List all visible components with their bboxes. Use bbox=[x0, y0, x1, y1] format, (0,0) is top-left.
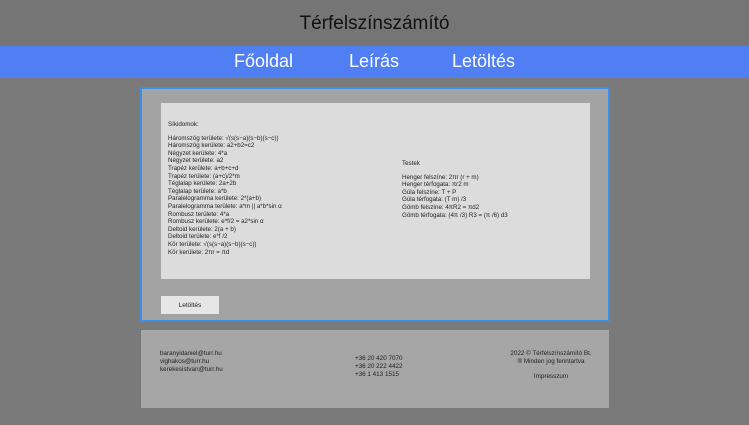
formula-line: Háromszög területe: √(s(s−a)(s−b)(s−c)) bbox=[168, 134, 279, 142]
formula-line: Gömb felszíne: 4πR2 = πd2 bbox=[402, 203, 480, 211]
phone-number: +36 1 413 1515 bbox=[355, 371, 399, 378]
impressum-link[interactable]: Impresszum bbox=[501, 373, 601, 381]
header: Térfelszínszámító bbox=[0, 0, 749, 46]
formula-line: Gúla térfogata: (T m) /3 bbox=[402, 196, 467, 204]
formula-line: Gúla felszíne: T + P bbox=[402, 188, 457, 196]
email-link[interactable]: kerekesistvan@turr.hu bbox=[160, 366, 223, 374]
nav-bar: Főoldal Leírás Letöltés bbox=[0, 46, 749, 78]
plane-shapes-heading: Síkidomok: bbox=[168, 121, 199, 128]
footer-phones: +36 20 420 7070 +36 20 222 4422 +36 1 41… bbox=[355, 355, 402, 379]
nav-home-link[interactable]: Főoldal bbox=[234, 51, 293, 72]
solids-column: Testek Henger felszíne: 2πr (r + m) Heng… bbox=[402, 160, 582, 219]
footer-legal: 2022 © Térfelszínszámító Bt. ® Minden jo… bbox=[501, 350, 601, 381]
solids-heading: Testek bbox=[402, 160, 420, 167]
formula-line: Kör kerülete: 2πr = πd bbox=[168, 248, 230, 256]
phone-number: +36 20 420 7070 bbox=[355, 355, 403, 362]
download-button[interactable]: Letöltés bbox=[161, 296, 219, 314]
formula-line: Henger felszíne: 2πr (r + m) bbox=[402, 173, 479, 181]
site-title: Térfelszínszámító bbox=[299, 13, 450, 34]
nav-download-link[interactable]: Letöltés bbox=[452, 51, 515, 72]
formula-line: Kör területe: √(s(s−a)(s−b)(s−c)) bbox=[168, 240, 257, 248]
formula-line: Deltoid területe: e*f /2 bbox=[168, 233, 228, 241]
formula-line: Paralelogramma területe: a*m || a*b*sin … bbox=[168, 202, 282, 210]
formula-line: Négyzet kerülete: 4*a bbox=[168, 149, 228, 157]
email-link[interactable]: vighakos@turr.hu bbox=[160, 358, 223, 366]
phone-number: +36 20 222 4422 bbox=[355, 363, 403, 370]
footer: baranyidaniel@turr.hu vighakos@turr.hu k… bbox=[141, 330, 609, 408]
formula-line: Trapéz kerülete: a+b+c+d bbox=[168, 164, 239, 172]
formula-line: Rombusz kerülete: e*f/2 = a2*sin α bbox=[168, 218, 264, 226]
rights-text: ® Minden jog fenntartva bbox=[517, 358, 585, 365]
formula-line: Téglalap kerülete: 2a+2b bbox=[168, 180, 237, 188]
main-panel: Síkidomok: Háromszög területe: √(s(s−a)(… bbox=[140, 87, 610, 322]
formula-line: Deltoid kerülete: 2(a + b) bbox=[168, 225, 236, 233]
plane-shapes-column: Síkidomok: Háromszög területe: √(s(s−a)(… bbox=[168, 121, 388, 256]
footer-emails: baranyidaniel@turr.hu vighakos@turr.hu k… bbox=[160, 350, 223, 374]
formula-line: Gömb térfogata: (4π /3) R3 = (π /6) d3 bbox=[402, 211, 508, 219]
formula-line: Háromszög kerülete: a2+b2=c2 bbox=[168, 142, 255, 150]
formula-line: Paralelogramma kerülete: 2*(a+b) bbox=[168, 195, 262, 203]
formula-content-box: Síkidomok: Háromszög területe: √(s(s−a)(… bbox=[161, 103, 590, 279]
formula-line: Rombusz területe: 4*a bbox=[168, 210, 230, 218]
formula-line: Trapéz területe: (a+c)/2*m bbox=[168, 172, 240, 180]
formula-line: Négyzet területe: a2 bbox=[168, 157, 224, 165]
formula-line: Téglalap területe: a*b bbox=[168, 187, 227, 195]
email-link[interactable]: baranyidaniel@turr.hu bbox=[160, 350, 223, 358]
nav-description-link[interactable]: Leírás bbox=[349, 51, 399, 72]
copyright-text: 2022 © Térfelszínszámító Bt. bbox=[510, 350, 592, 357]
formula-line: Henger térfogata: πr2 m bbox=[402, 181, 469, 189]
